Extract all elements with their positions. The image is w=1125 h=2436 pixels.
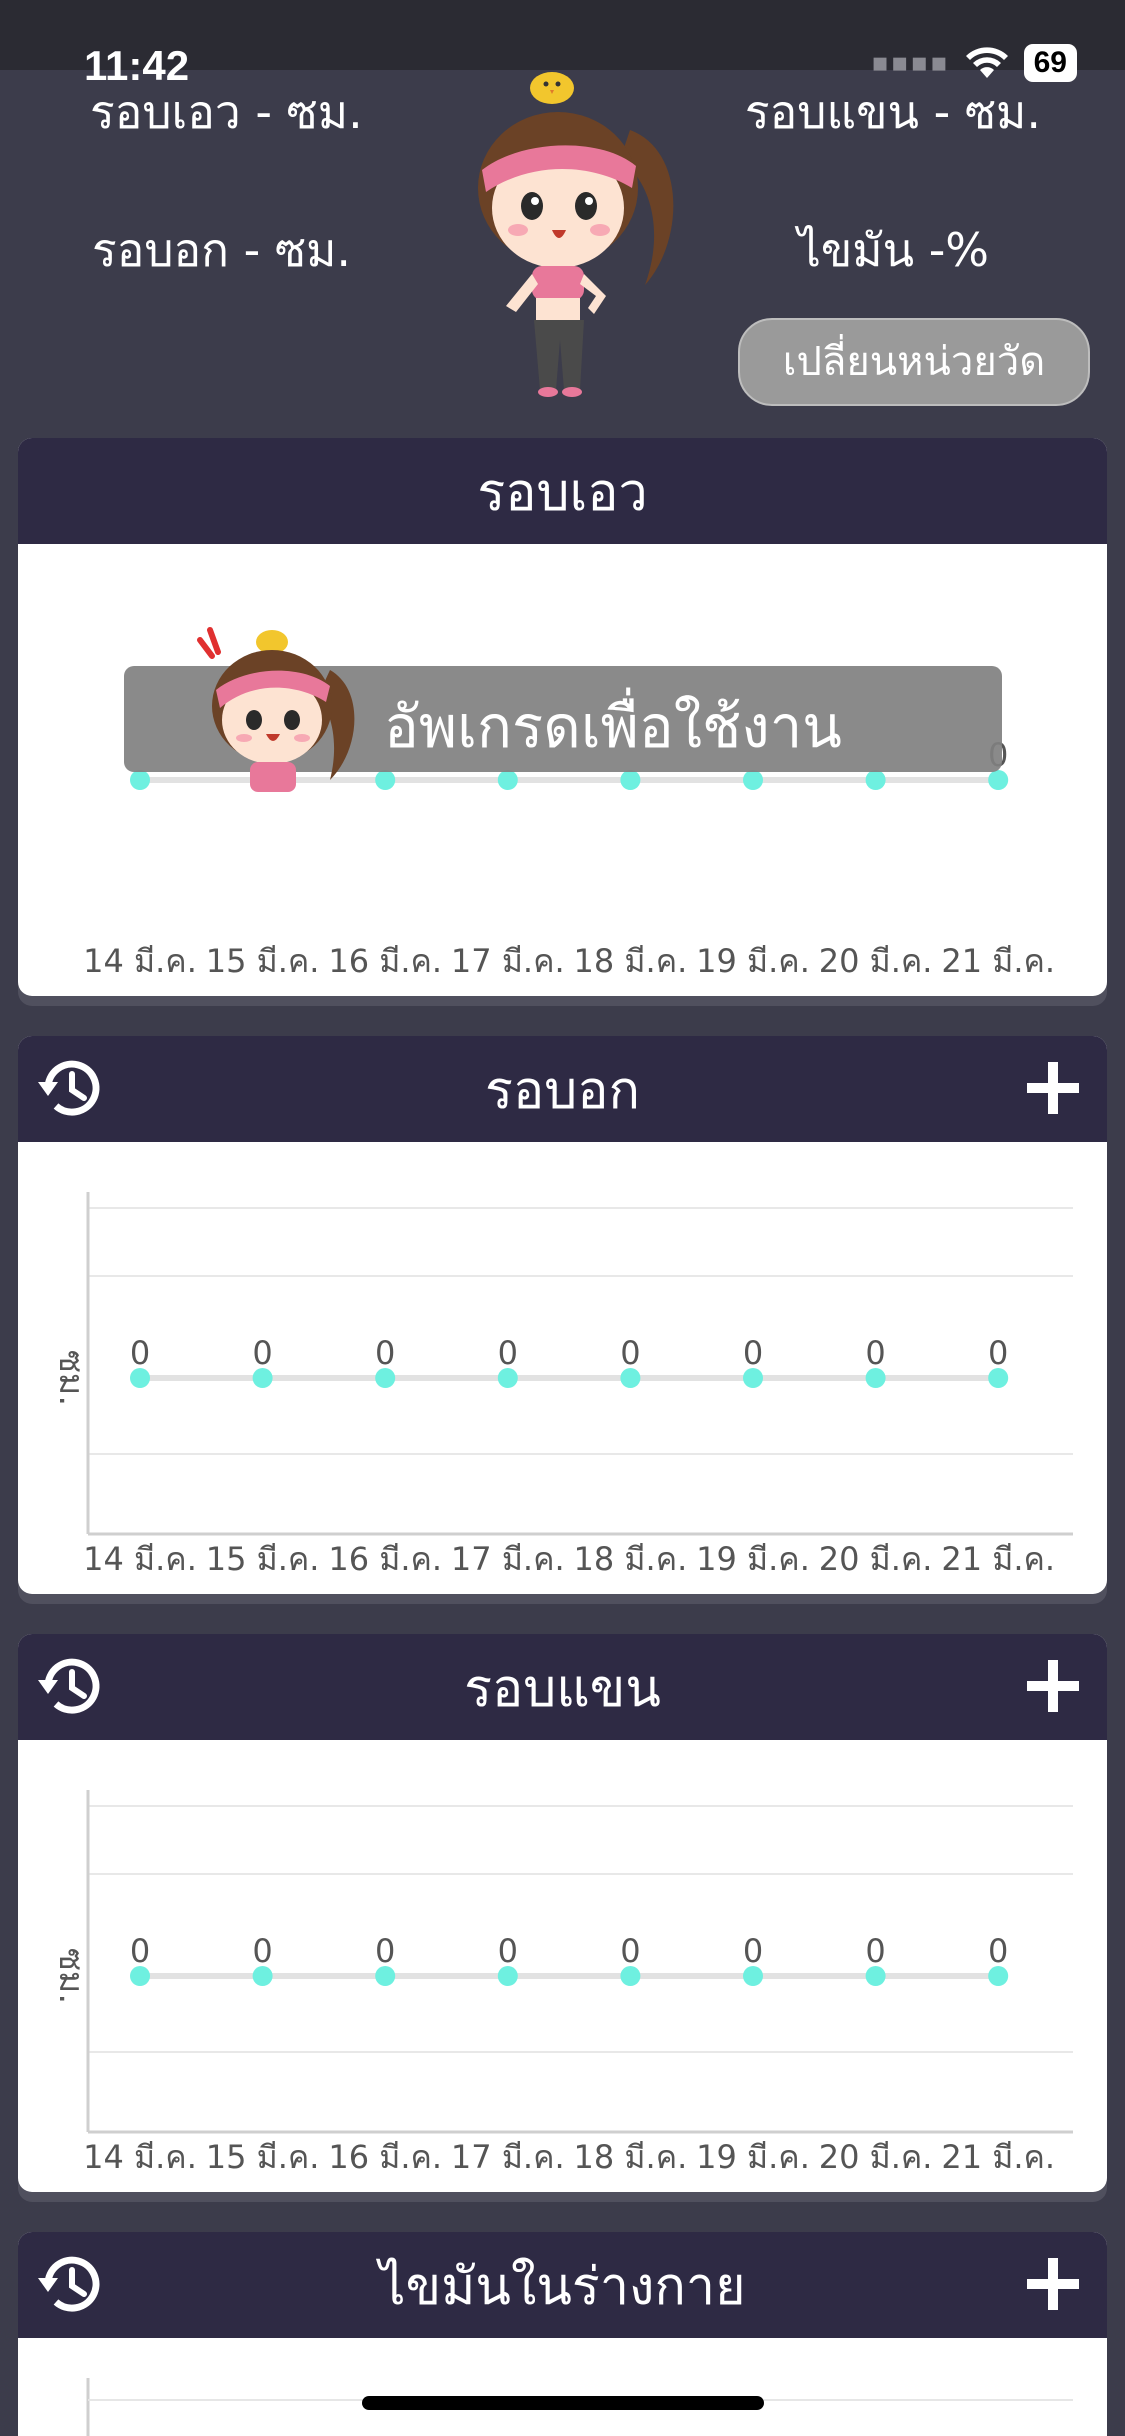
- data-point: [497, 770, 518, 790]
- x-tick-label: 14 มี.ค.: [83, 1540, 197, 1578]
- y-axis-label: ซม.: [51, 1350, 91, 1406]
- x-tick-label: 17 มี.ค.: [451, 942, 565, 980]
- x-tick-label: 18 มี.ค.: [574, 2138, 688, 2176]
- data-label: 0: [130, 1932, 150, 1970]
- data-label: 0: [743, 1932, 763, 1970]
- data-label: 0: [375, 1932, 395, 1970]
- waist-summary: รอบเอว - ซม.: [90, 85, 363, 139]
- arm-card-header: รอบแขน: [18, 1634, 1107, 1740]
- history-icon[interactable]: [34, 1052, 106, 1124]
- data-label: 0: [498, 1334, 518, 1372]
- body-fat-summary: ไขมัน -%: [797, 223, 989, 277]
- x-tick-label: 15 มี.ค.: [206, 942, 320, 980]
- data-label: 0: [620, 1932, 640, 1970]
- data-label: 0: [988, 1932, 1008, 1970]
- x-tick-label: 16 มี.ค.: [328, 2138, 442, 2176]
- add-icon[interactable]: [1023, 2254, 1083, 2314]
- arm-card-title: รอบแขน: [464, 1658, 661, 1719]
- measurement-summary: รอบเอว - ซม. รอบแขน - ซม. รอบอก - ซม. ไข…: [0, 70, 1125, 430]
- x-tick-label: 17 มี.ค.: [451, 1540, 565, 1578]
- data-label: 0: [988, 1334, 1008, 1372]
- x-tick-label: 18 มี.ค.: [574, 1540, 688, 1578]
- add-icon[interactable]: [1023, 1656, 1083, 1716]
- x-tick-label: 17 มี.ค.: [451, 2138, 565, 2176]
- data-label: 0: [620, 1334, 640, 1372]
- data-label: 0: [252, 1334, 272, 1372]
- chest-chart: ซม. 0 0 0 0 0 0 0 0 14 มี.ค. 15 มี.ค. 16 มี.ค. 17 มี…: [51, 1192, 1073, 1578]
- x-tick-label: 15 มี.ค.: [206, 2138, 320, 2176]
- x-tick-label: 21 มี.ค.: [941, 1540, 1055, 1578]
- chest-card: รอบอก ซม. 0 0 0 0 0 0 0 0 14 มี.ค. 15 มี.ค. 16 มี.ค…: [18, 1036, 1107, 1594]
- y-axis-label: ซม.: [51, 1948, 91, 2004]
- x-tick-label: 20 มี.ค.: [819, 1540, 933, 1578]
- data-label: 0: [865, 1334, 885, 1372]
- data-label: 0: [252, 1932, 272, 1970]
- chest-summary: รอบอก - ซม.: [92, 223, 352, 277]
- x-tick-label: 19 มี.ค.: [696, 1540, 810, 1578]
- data-label: 0: [375, 1334, 395, 1372]
- waist-card-header: รอบเอว: [18, 438, 1107, 544]
- change-unit-button[interactable]: เปลี่ยนหน่วยวัด: [738, 318, 1090, 406]
- x-tick-label: 21 มี.ค.: [941, 942, 1055, 980]
- arm-summary: รอบแขน - ซม.: [744, 85, 1041, 139]
- add-icon[interactable]: [1023, 1058, 1083, 1118]
- body-fat-card-title: ไขมันในร่างกาย: [379, 2256, 746, 2317]
- x-tick-label: 16 มี.ค.: [328, 942, 442, 980]
- x-tick-label: 20 มี.ค.: [819, 942, 933, 980]
- data-point: [743, 770, 763, 790]
- data-label: 0: [865, 1932, 885, 1970]
- x-tick-label: 19 มี.ค.: [696, 942, 810, 980]
- x-tick-label: 16 มี.ค.: [328, 1540, 442, 1578]
- data-label: 0: [130, 1334, 150, 1372]
- arm-card: รอบแขน ซม. 0 0 0 0 0 0 0 0 14 มี.ค. 15 มี.ค. 16 มี.…: [18, 1634, 1107, 2192]
- data-label: 0: [498, 1932, 518, 1970]
- body-fat-card-header: ไขมันในร่างกาย: [18, 2232, 1107, 2338]
- data-point: [620, 770, 641, 790]
- mascot-small-illustration: [197, 627, 355, 792]
- data-point: [130, 770, 150, 790]
- status-bar: 11:42 ▪▪▪▪ 69: [0, 0, 1125, 89]
- x-tick-label: 14 มี.ค.: [83, 942, 197, 980]
- x-tick-label: 15 มี.ค.: [206, 1540, 320, 1578]
- home-indicator[interactable]: [362, 2396, 764, 2410]
- history-icon[interactable]: [34, 2248, 106, 2320]
- body-fat-chart: [86, 2378, 1073, 2436]
- x-tick-label: 18 มี.ค.: [574, 942, 688, 980]
- data-label: 0: [743, 1334, 763, 1372]
- mascot-girl-illustration: [478, 72, 674, 397]
- history-icon[interactable]: [34, 1650, 106, 1722]
- waist-card-title: รอบเอว: [477, 462, 648, 523]
- x-tick-label: 19 มี.ค.: [696, 2138, 810, 2176]
- upgrade-label: อัพเกรดเพื่อใช้งาน: [384, 693, 842, 761]
- data-point: [865, 770, 886, 790]
- chest-card-title: รอบอก: [485, 1060, 640, 1121]
- x-tick-label: 20 มี.ค.: [819, 2138, 933, 2176]
- chest-card-header: รอบอก: [18, 1036, 1107, 1142]
- x-tick-label: 14 มี.ค.: [83, 2138, 197, 2176]
- x-tick-label: 21 มี.ค.: [941, 2138, 1055, 2176]
- arm-chart: ซม. 0 0 0 0 0 0 0 0 14 มี.ค. 15 มี.ค. 16 มี.ค. 17 มี…: [51, 1790, 1073, 2176]
